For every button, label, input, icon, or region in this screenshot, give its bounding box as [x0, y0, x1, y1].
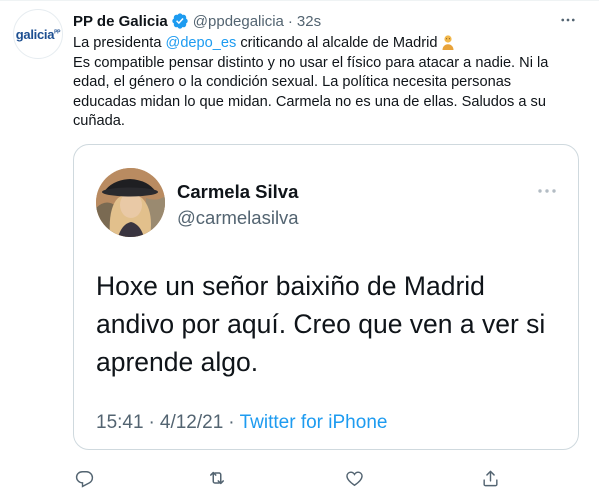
quoted-avatar[interactable] — [96, 168, 165, 237]
tweet[interactable]: galiciaPP PP de Galicia @ppdegalicia · 3… — [0, 0, 599, 502]
display-name[interactable]: PP de Galicia — [73, 13, 168, 30]
separator-dot: · — [287, 12, 293, 30]
tweet-header: PP de Galicia @ppdegalicia · 32s — [73, 11, 321, 31]
galicia-logo: galiciaPP — [15, 26, 61, 42]
quoted-source-link[interactable]: Twitter for iPhone — [240, 412, 388, 433]
tweet-actions — [73, 467, 593, 489]
quoted-meta: 15:41 · 4/12/21 · Twitter for iPhone — [96, 412, 388, 433]
tweet-text: La presidenta @depo_es criticando al alc… — [73, 35, 549, 129]
handle[interactable]: @ppdegalicia — [193, 13, 284, 30]
quoted-date: 4/12/21 — [159, 412, 224, 433]
share-icon — [482, 470, 498, 486]
more-icon — [538, 189, 556, 193]
quoted-text: Hoxe un señor baixiño de Madrid andivo p… — [96, 271, 546, 377]
more-button[interactable] — [557, 9, 579, 31]
retweet-icon — [210, 471, 224, 485]
retweet-button[interactable] — [206, 467, 228, 489]
mention-link[interactable]: @depo_es — [166, 35, 237, 51]
reply-icon — [75, 470, 93, 488]
avatar[interactable]: galiciaPP — [13, 9, 63, 59]
quoted-more-button[interactable] — [534, 181, 560, 201]
quoted-time: 15:41 — [96, 412, 144, 433]
quoted-tweet[interactable]: Carmela Silva @carmelasilva Hoxe un seño… — [73, 144, 579, 450]
more-icon — [561, 18, 575, 22]
timestamp[interactable]: 32s — [297, 13, 321, 30]
like-button[interactable] — [343, 467, 365, 489]
reply-button[interactable] — [73, 467, 95, 489]
person-emoji-icon — [442, 35, 453, 50]
share-button[interactable] — [479, 467, 501, 489]
quoted-display-name[interactable]: Carmela Silva — [177, 181, 298, 203]
quoted-handle[interactable]: @carmelasilva — [177, 207, 299, 229]
verified-badge-icon — [172, 13, 188, 29]
heart-icon — [345, 470, 363, 486]
